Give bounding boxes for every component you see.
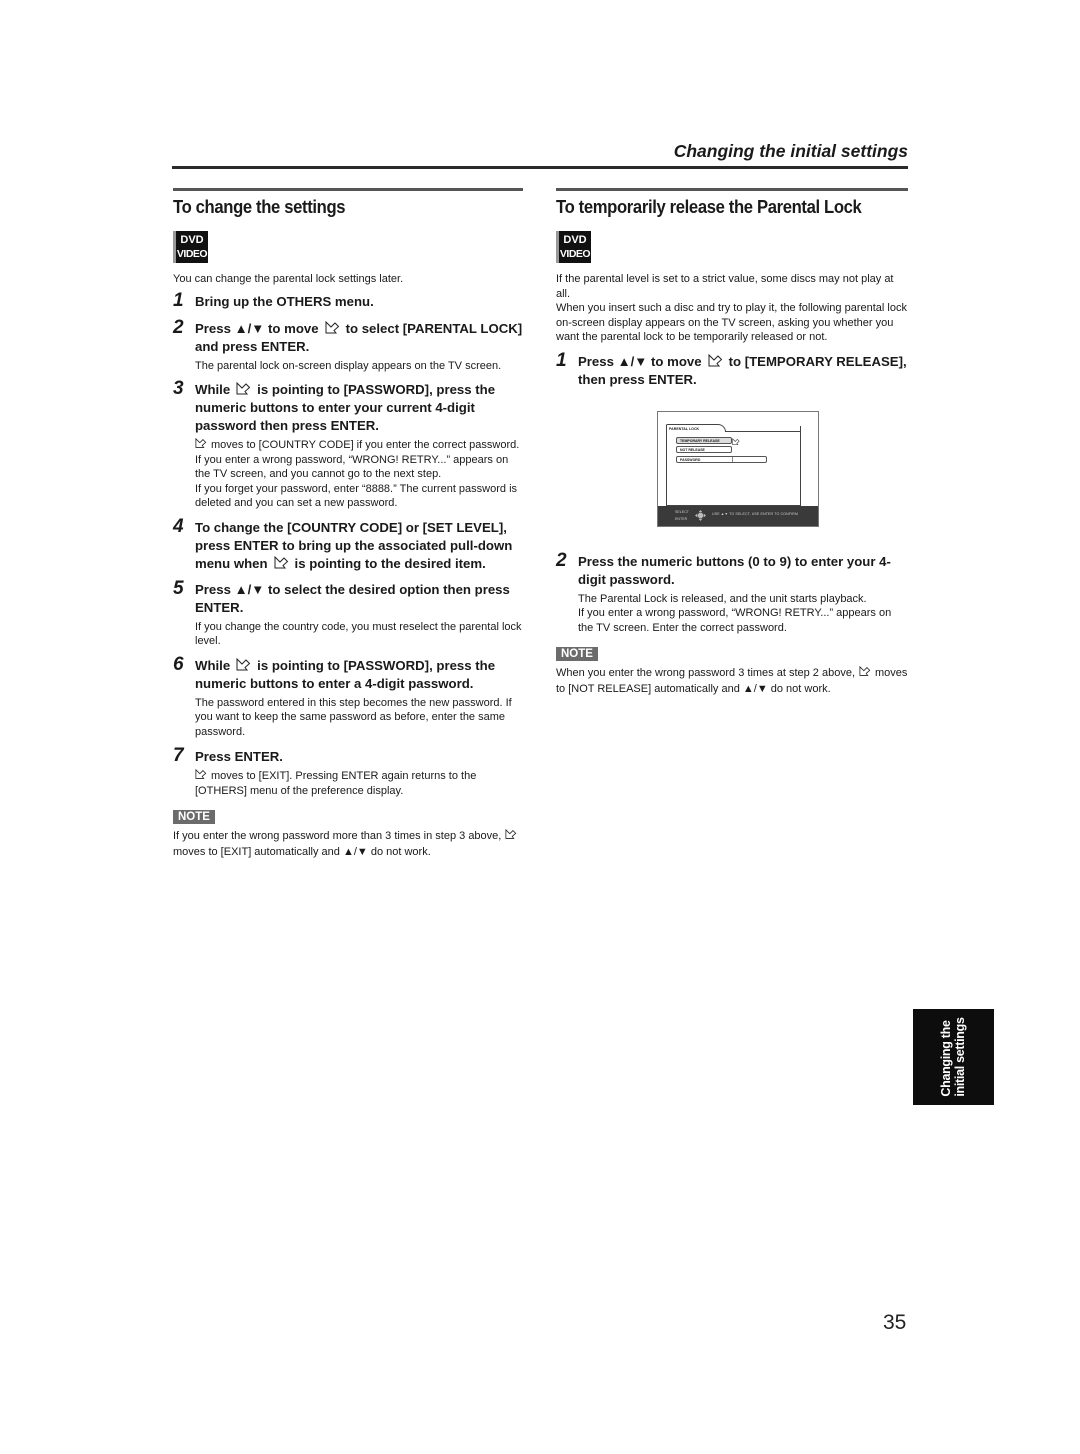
step-body-line: If you forget your password, enter “8888… — [195, 482, 518, 510]
note-badge: NOTE — [173, 810, 215, 824]
step-number: 6 — [173, 653, 184, 675]
dvd-video-badge: DVD VIDEO — [173, 231, 208, 263]
badge-line1: DVD — [563, 234, 587, 246]
right-column: To temporarily release the Parental Lock… — [556, 188, 908, 697]
step-number: 7 — [173, 745, 184, 766]
osd-password-field: PASSWORD - - - - — [676, 455, 767, 464]
step-heading-part: Press ▲/▼ to move — [195, 320, 319, 336]
step-body: If you change the country code, you must… — [195, 620, 522, 648]
step-body-line: If you enter a wrong password, “WRONG! R… — [578, 607, 892, 634]
section-side-tab: Changing the initial settings — [913, 1009, 994, 1105]
osd-footer-message: USE ▲▼ TO SELECT, USE ENTER TO CONFIRM — [712, 511, 798, 516]
pointer-icon — [195, 438, 207, 449]
step-4: 4 To change the [COUNTRY CODE] or [SET L… — [173, 515, 523, 573]
step-6: 6 While is pointing to [PASSWORD], press … — [173, 653, 523, 740]
step-heading: Press the numeric buttons (0 to 9) to en… — [578, 553, 891, 587]
step-heading: To change the [COUNTRY CODE] or [SET LEV… — [195, 519, 523, 573]
step-body-line: moves to [COUNTRY CODE] if you enter the… — [211, 439, 520, 451]
osd-divider — [732, 456, 733, 462]
step-number: 1 — [173, 289, 184, 311]
step-number: 1 — [556, 349, 567, 371]
step-heading: Press ▲/▼ to select the desired option t… — [195, 581, 510, 615]
intro-text: You can change the parental lock setting… — [173, 273, 404, 285]
step-body: The parental lock on-screen display appe… — [195, 359, 502, 372]
pointer-icon — [236, 382, 251, 396]
page-header-title: Changing the initial settings — [673, 141, 908, 161]
section-rule — [556, 188, 908, 191]
pointer-icon — [195, 769, 207, 780]
step-body: The Parental Lock is released, and the u… — [578, 592, 908, 636]
note-badge: NOTE — [556, 647, 598, 661]
step-7: 7 Press ENTER. moves to [EXIT]. Pressing… — [173, 745, 523, 798]
step-body: moves to [COUNTRY CODE] if you enter the… — [195, 438, 523, 511]
pointer-icon — [708, 354, 723, 368]
pointer-icon — [274, 556, 289, 570]
step-heading-part: Press ▲/▼ to move — [578, 353, 702, 369]
section-title-change-settings: To change the settings — [173, 196, 346, 217]
osd-footer-select: SELECT — [675, 509, 689, 514]
step-number: 3 — [173, 378, 184, 399]
step-1: 1 Bring up the OTHERS menu. — [173, 289, 523, 311]
intro-line: If the parental level is set to a strict… — [556, 273, 894, 300]
note-text: When you enter the wrong password 3 time… — [556, 665, 908, 697]
osd-tab-line — [725, 430, 801, 432]
step-heading: While is pointing to [PASSWORD], press th… — [195, 657, 523, 693]
section-title-temporary-release: To temporarily release the Parental Lock — [556, 196, 862, 217]
note-text: If you enter the wrong password more tha… — [173, 828, 523, 860]
pointer-icon — [859, 666, 871, 677]
step-2: 2 Press the numeric buttons (0 to 9) to … — [556, 549, 908, 636]
step-body: The password entered in this step become… — [195, 696, 512, 738]
step-body-line: If you enter a wrong password, “WRONG! R… — [195, 453, 509, 481]
header-rule — [172, 166, 908, 169]
section-rule — [173, 188, 523, 191]
note-text-part: If you enter the wrong password more tha… — [173, 830, 502, 842]
pointer-icon — [505, 829, 517, 840]
step-number: 2 — [173, 316, 184, 338]
step-3: 3 While is pointing to [PASSWORD], press … — [173, 378, 523, 511]
osd-tab: PARENTAL LOCK — [666, 423, 726, 432]
badge-line2: VIDEO — [176, 248, 208, 260]
step-heading: Press ENTER. — [195, 749, 283, 764]
intro-line: When you insert such a disc and try to p… — [556, 302, 907, 343]
step-heading: Bring up the OTHERS menu. — [195, 293, 374, 309]
osd-item-temporary-release: TEMPORARY RELEASE — [676, 436, 732, 444]
osd-footer-bar: SELECT ENTER USE ▲▼ TO SELECT, USE ENTER… — [658, 505, 818, 526]
step-number: 5 — [173, 577, 184, 599]
osd-password-value: - - - - — [737, 458, 753, 464]
step-1: 1 Press ▲/▼ to move to [TEMPORARY RELEASE… — [556, 349, 908, 389]
pointer-icon — [236, 658, 251, 672]
step-heading: Press ▲/▼ to move to select [PARENTAL LOC… — [195, 320, 523, 356]
badge-line1: DVD — [180, 234, 204, 246]
step-2: 2 Press ▲/▼ to move to select [PARENTAL L… — [173, 316, 523, 374]
note-text-part: moves to [EXIT] automatically and ▲/▼ do… — [173, 846, 431, 858]
step-heading-part: is pointing to the desired item. — [294, 555, 486, 571]
osd-pointer-icon — [732, 438, 740, 446]
dpad-icon — [695, 509, 706, 521]
step-number: 4 — [173, 515, 184, 537]
badge-line2: VIDEO — [559, 248, 591, 260]
step-heading-part: While — [195, 657, 231, 673]
intro-text: If the parental level is set to a strict… — [556, 272, 908, 345]
side-tab-line: initial settings — [953, 1017, 967, 1097]
page-number: 35 — [883, 1311, 907, 1334]
step-heading-part: While — [195, 382, 231, 397]
step-body-line: moves to [EXIT]. Pressing ENTER again re… — [195, 770, 477, 797]
osd-item-not-release: NOT RELEASE — [676, 445, 732, 453]
side-tab-line: Changing the — [939, 1020, 953, 1097]
step-heading: Press ▲/▼ to move to [TEMPORARY RELEASE],… — [578, 353, 908, 389]
step-body: moves to [EXIT]. Pressing ENTER again re… — [195, 769, 523, 798]
parental-lock-osd-screenshot: PARENTAL LOCK TEMPORARY RELEASE NOT RELE… — [657, 410, 819, 527]
osd-footer-enter: ENTER — [675, 516, 688, 521]
dvd-video-badge: DVD VIDEO — [556, 231, 591, 263]
step-body-line: The Parental Lock is released, and the u… — [578, 592, 867, 605]
left-column: To change the settings DVD VIDEO You can… — [173, 188, 523, 860]
side-tab-label: Changing the initial settings — [939, 1017, 967, 1096]
step-heading: While is pointing to [PASSWORD], press th… — [195, 381, 523, 435]
step-5: 5 Press ▲/▼ to select the desired option… — [173, 577, 523, 649]
step-number: 2 — [556, 549, 567, 571]
note-text-part: When you enter the wrong password 3 time… — [556, 667, 855, 679]
pointer-icon — [325, 321, 340, 335]
osd-password-label: PASSWORD — [680, 457, 701, 462]
